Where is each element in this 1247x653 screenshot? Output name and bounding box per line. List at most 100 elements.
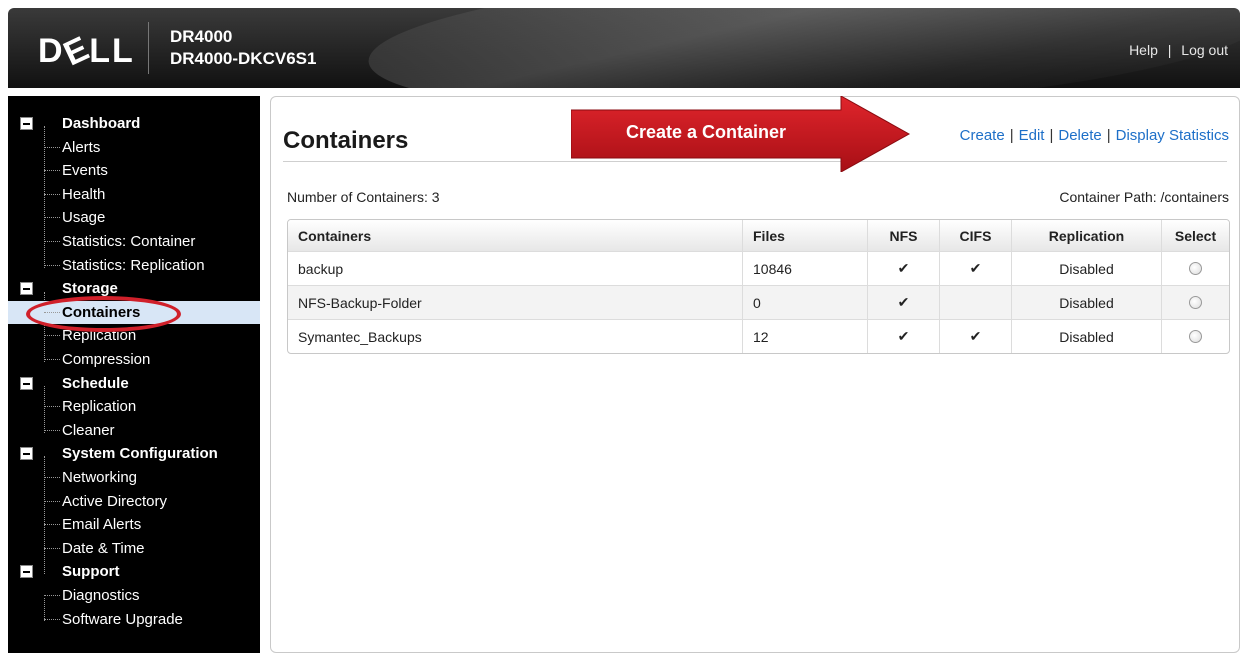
select-cell [1161,286,1229,319]
col-header-cifs[interactable]: CIFS [939,220,1011,251]
container-name: backup [298,260,344,277]
sidebar-item-label: Events [62,162,108,180]
sidebar-item-label: Usage [62,209,106,227]
tree-connector [44,146,60,148]
sidebar-item-usage[interactable]: Usage [8,206,260,229]
sidebar-item-software-upgrade[interactable]: Software Upgrade [8,608,260,631]
cifs-check-icon: ✔ [939,252,1011,285]
sidebar-item-diagnostics[interactable]: Diagnostics [8,584,260,607]
sidebar-section-support[interactable]: Support [8,560,260,583]
logout-link[interactable]: Log out [1181,42,1228,58]
col-header-files[interactable]: Files [742,220,867,251]
sidebar-item-email-alerts[interactable]: Email Alerts [8,513,260,536]
tree-connector [44,170,60,172]
select-radio[interactable] [1189,330,1202,343]
tree-connector [44,524,60,526]
select-cell [1161,252,1229,285]
col-header-nfs[interactable]: NFS [867,220,939,251]
sidebar-item-label: Dashboard [62,115,141,132]
files-count: 10846 [742,252,867,285]
header-swoosh [364,8,1240,88]
sidebar-item-health[interactable]: Health [8,183,260,206]
sidebar-section-system-configuration[interactable]: System Configuration [8,442,260,465]
col-header-select: Select [1161,220,1229,251]
container-name: Symantec_Backups [298,328,422,345]
sidebar-nav: Dashboard Alerts Events Health Usage Statisti… [8,96,260,653]
sidebar-item-label: Active Directory [62,492,168,510]
sidebar-item-active-directory[interactable]: Active Directory [8,490,260,513]
files-count: 0 [742,286,867,319]
sidebar-item-label: Email Alerts [62,516,142,534]
tree-connector [44,335,60,337]
tree-connector [44,547,60,549]
collapse-toggle-icon[interactable] [20,117,33,130]
container-count: Number of Containers: 3 [287,189,440,205]
table-row[interactable]: NFS-Backup-Folder 0 ✔ Disabled [288,285,1229,319]
sidebar-item-cleaner[interactable]: Cleaner [8,419,260,442]
sidebar-item-date-time[interactable]: Date & Time [8,537,260,560]
tree-connector [44,241,60,242]
sidebar-item-label: Health [62,185,106,203]
sidebar-item-label: Alerts [62,138,101,156]
collapse-toggle-icon[interactable] [20,376,33,390]
tree-connector [44,429,60,431]
collapse-toggle-icon[interactable] [20,447,33,461]
tree-connector [44,406,60,408]
table-header: Containers Files NFS CIFS Replication Se… [288,220,1229,251]
containers-table: Containers Files NFS CIFS Replication Se… [287,219,1230,354]
collapse-toggle-icon[interactable] [20,565,33,579]
replication-status: Disabled [1011,320,1161,353]
sidebar-item-label: Statistics: Replication [62,256,205,274]
link-separator: | [1167,42,1172,58]
sidebar-item-label: Networking [62,469,138,486]
main-panel: Containers Create | Edit | Delete | Display St… [270,96,1240,653]
action-links: Create | Edit | Delete | Display Statistics [959,127,1229,144]
header-links: Help | Log out [1129,42,1228,58]
files-count: 12 [742,320,867,353]
annotation-ellipse [26,296,181,332]
sidebar-item-networking[interactable]: Networking [8,466,260,489]
create-link[interactable]: Create [960,127,1005,144]
sidebar-item-label: Replication [62,398,137,416]
product-name: DR4000 [170,27,233,46]
product-info: DR4000 DR4000-DKCV6S1 [170,26,316,70]
sidebar-item-statistics-replication[interactable]: Statistics: Replication [8,254,260,277]
sidebar-item-statistics-container[interactable]: Statistics: Container [8,230,260,253]
sidebar-item-label: Statistics: Container [62,233,196,250]
sidebar-item-label: Date & Time [62,539,145,557]
sidebar-item-compression[interactable]: Compression [8,348,260,371]
tree-connector [44,618,60,620]
sidebar-item-label: Cleaner [62,421,115,439]
dell-logo: DELL [38,28,135,74]
sidebar-item-label: System Configuration [62,445,218,463]
select-radio[interactable] [1189,296,1202,309]
col-header-containers[interactable]: Containers [288,220,742,251]
edit-link[interactable]: Edit [1019,127,1045,144]
table-row[interactable]: backup 10846 ✔ ✔ Disabled [288,251,1229,285]
delete-link[interactable]: Delete [1058,127,1101,144]
sidebar-item-events[interactable]: Events [8,159,260,182]
sidebar-item-label: Schedule [62,374,129,392]
tree-connector [44,500,60,502]
collapse-toggle-icon[interactable] [20,282,33,296]
display-statistics-link[interactable]: Display Statistics [1116,127,1229,144]
tree-connector [44,595,60,596]
page-title: Containers [283,127,409,154]
select-radio[interactable] [1189,262,1202,275]
tree-connector [44,359,60,360]
sidebar-item-label: Diagnostics [62,587,140,604]
cifs-check-icon: ✔ [939,320,1011,353]
sidebar-section-dashboard[interactable]: Dashboard [8,112,260,135]
help-link[interactable]: Help [1129,42,1158,58]
container-name: NFS-Backup-Folder [298,294,422,311]
table-row[interactable]: Symantec_Backups 12 ✔ ✔ Disabled [288,319,1229,353]
app-header: DELL DR4000 DR4000-DKCV6S1 Help | Log ou… [8,8,1240,88]
tree-connector [44,477,60,478]
col-header-replication[interactable]: Replication [1011,220,1161,251]
sidebar-item-label: Support [62,563,120,581]
sidebar-item-label: Compression [62,351,151,368]
select-cell [1161,320,1229,353]
sidebar-section-schedule[interactable]: Schedule [8,372,260,395]
sidebar-item-replication[interactable]: Replication [8,395,260,418]
sidebar-item-alerts[interactable]: Alerts [8,136,260,159]
